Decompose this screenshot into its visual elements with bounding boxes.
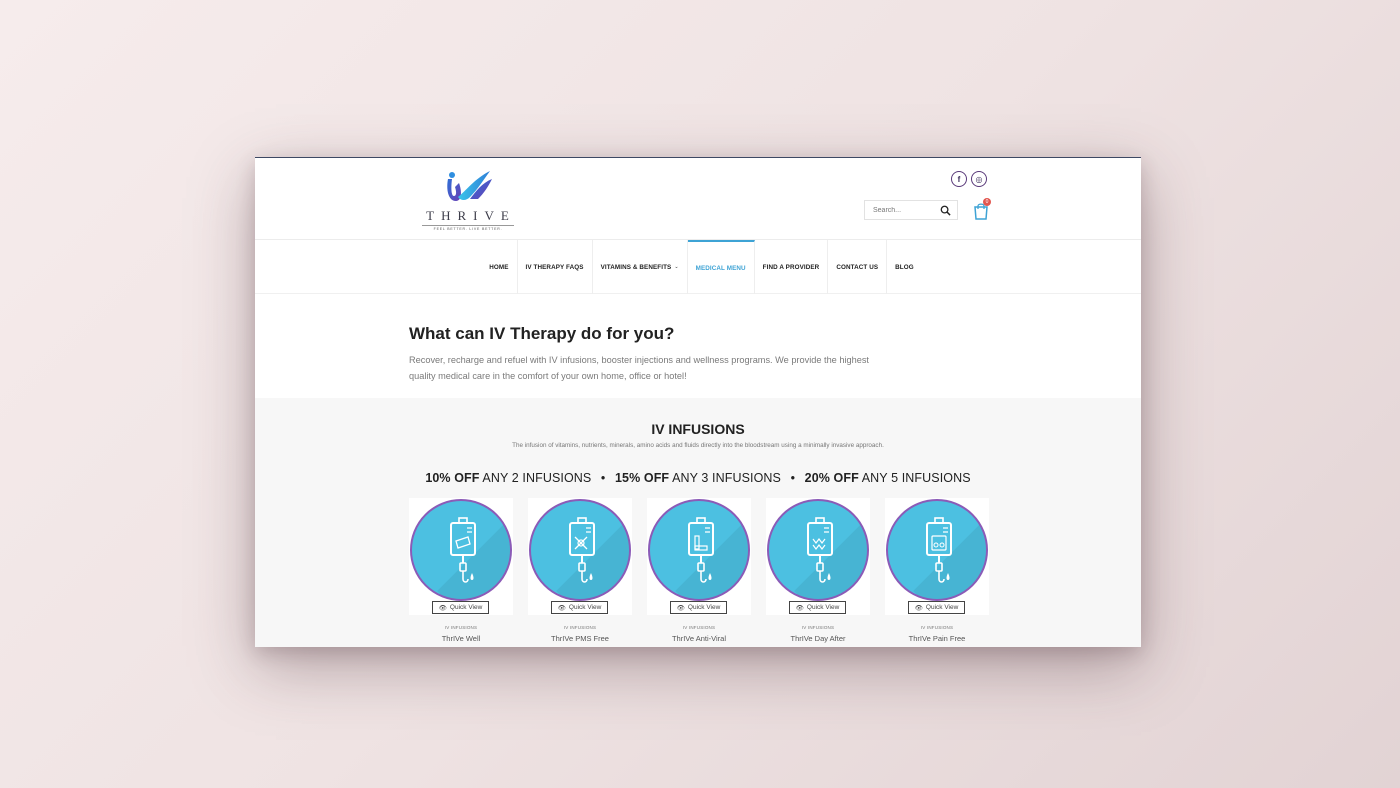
cart-count-badge: 0 (983, 198, 991, 206)
product-card: 👁 Quick View IV INFUSIONS ThrIVe Day Aft… (766, 498, 870, 643)
product-image (410, 499, 512, 601)
product-name[interactable]: ThrIVe Pain Free (885, 634, 989, 643)
offer-2-text: ANY 3 INFUSIONS (672, 471, 781, 485)
main-nav: HOME IV THERAPY FAQS VITAMINS & BENEFITS… (255, 240, 1141, 294)
quick-view-label: Quick View (925, 604, 959, 611)
separator-dot: • (790, 471, 796, 485)
eye-icon: 👁 (676, 604, 685, 612)
intro-title: What can IV Therapy do for you? (409, 324, 675, 343)
facebook-icon[interactable]: f (951, 171, 967, 187)
logo-mark (447, 171, 492, 201)
instagram-icon[interactable]: ◎ (971, 171, 987, 187)
quick-view-button[interactable]: 👁 Quick View (789, 601, 846, 614)
nav-item-medical-menu[interactable]: MEDICAL MENU (687, 240, 755, 294)
chevron-down-icon: ⌄ (674, 264, 679, 270)
intro-section: What can IV Therapy do for you? Recover,… (255, 294, 1141, 398)
social-links: f ◎ (951, 171, 987, 187)
nav-item-vitamins-benefits[interactable]: VITAMINS & BENEFITS ⌄ (593, 240, 688, 294)
product-category[interactable]: IV INFUSIONS (766, 625, 870, 630)
product-grid: 👁 Quick View IV INFUSIONS ThrIVe Well 👁 … (409, 498, 989, 643)
quick-view-button[interactable]: 👁 Quick View (551, 601, 608, 614)
logo-wordmark: THRIVE (426, 208, 516, 223)
nav-item-iv-therapy-faqs[interactable]: IV THERAPY FAQS (518, 240, 593, 294)
iv-bag-icon (569, 517, 595, 583)
quick-view-button[interactable]: 👁 Quick View (670, 601, 727, 614)
offer-3-text: ANY 5 INFUSIONS (861, 471, 971, 485)
offer-1-text: ANY 2 INFUSIONS (482, 471, 592, 485)
product-name[interactable]: ThrIVe PMS Free (528, 634, 632, 643)
eye-icon: 👁 (914, 604, 923, 612)
iv-bag-icon (807, 517, 833, 583)
section-title: IV INFUSIONS (651, 421, 745, 437)
product-image-card[interactable]: 👁 Quick View (409, 498, 513, 615)
product-image (648, 499, 750, 601)
product-image (529, 499, 631, 601)
product-category[interactable]: IV INFUSIONS (885, 625, 989, 630)
product-image-card[interactable]: 👁 Quick View (885, 498, 989, 615)
product-name[interactable]: ThrIVe Anti-Viral (647, 634, 751, 643)
product-name[interactable]: ThrIVe Well (409, 634, 513, 643)
separator-dot: • (600, 471, 606, 485)
quick-view-button[interactable]: 👁 Quick View (908, 601, 965, 614)
quick-view-label: Quick View (687, 604, 721, 611)
offer-3-percent: 20% OFF (804, 471, 859, 485)
eye-icon: 👁 (557, 604, 566, 612)
search-box (864, 200, 958, 220)
product-image-card[interactable]: 👁 Quick View (528, 498, 632, 615)
iv-bag-icon (688, 517, 714, 583)
search-input[interactable] (873, 206, 941, 214)
product-card: 👁 Quick View IV INFUSIONS ThrIVe PMS Fre… (528, 498, 632, 643)
quick-view-label: Quick View (449, 604, 483, 611)
product-card: 👁 Quick View IV INFUSIONS ThrIVe Well (409, 498, 513, 643)
eye-icon: 👁 (795, 604, 804, 612)
discount-offers: 10% OFF ANY 2 INFUSIONS • 15% OFF ANY 3 … (255, 471, 1141, 485)
browser-window: THRIVE FEEL BETTER. LIVE BETTER. f ◎ 0 H… (255, 157, 1141, 647)
quick-view-label: Quick View (568, 604, 602, 611)
site-header: THRIVE FEEL BETTER. LIVE BETTER. f ◎ 0 (255, 158, 1141, 240)
product-image (886, 499, 988, 601)
cart-button[interactable]: 0 (973, 198, 991, 220)
nav-item-label: VITAMINS & BENEFITS (600, 263, 672, 271)
nav-item-home[interactable]: HOME (481, 240, 518, 294)
iv-bag-icon (450, 517, 476, 583)
product-category[interactable]: IV INFUSIONS (528, 625, 632, 630)
product-image-card[interactable]: 👁 Quick View (647, 498, 751, 615)
product-image (767, 499, 869, 601)
product-category[interactable]: IV INFUSIONS (647, 625, 751, 630)
quick-view-button[interactable]: 👁 Quick View (432, 601, 489, 614)
logo-tagline: FEEL BETTER. LIVE BETTER. (422, 225, 514, 231)
offer-1-percent: 10% OFF (425, 471, 480, 485)
product-category[interactable]: IV INFUSIONS (409, 625, 513, 630)
iv-infusions-section: IV INFUSIONS The infusion of vitamins, n… (255, 398, 1141, 647)
nav-item-contact-us[interactable]: CONTACT US (828, 240, 888, 294)
intro-text: Recover, recharge and refuel with IV inf… (409, 355, 869, 381)
nav-item-find-a-provider[interactable]: FIND A PROVIDER (755, 240, 829, 294)
product-card: 👁 Quick View IV INFUSIONS ThrIVe Anti-Vi… (647, 498, 751, 643)
product-card: 👁 Quick View IV INFUSIONS ThrIVe Pain Fr… (885, 498, 989, 643)
search-icon[interactable] (940, 205, 951, 216)
product-name[interactable]: ThrIVe Day After (766, 634, 870, 643)
quick-view-label: Quick View (806, 604, 840, 611)
section-description: The infusion of vitamins, nutrients, min… (512, 442, 884, 449)
product-image-card[interactable]: 👁 Quick View (766, 498, 870, 615)
nav-item-blog[interactable]: BLOG (887, 240, 922, 294)
eye-icon: 👁 (438, 604, 447, 612)
thrive-logo[interactable]: THRIVE FEEL BETTER. LIVE BETTER. (418, 167, 518, 233)
offer-2-percent: 15% OFF (614, 471, 670, 485)
iv-bag-icon (926, 517, 952, 583)
